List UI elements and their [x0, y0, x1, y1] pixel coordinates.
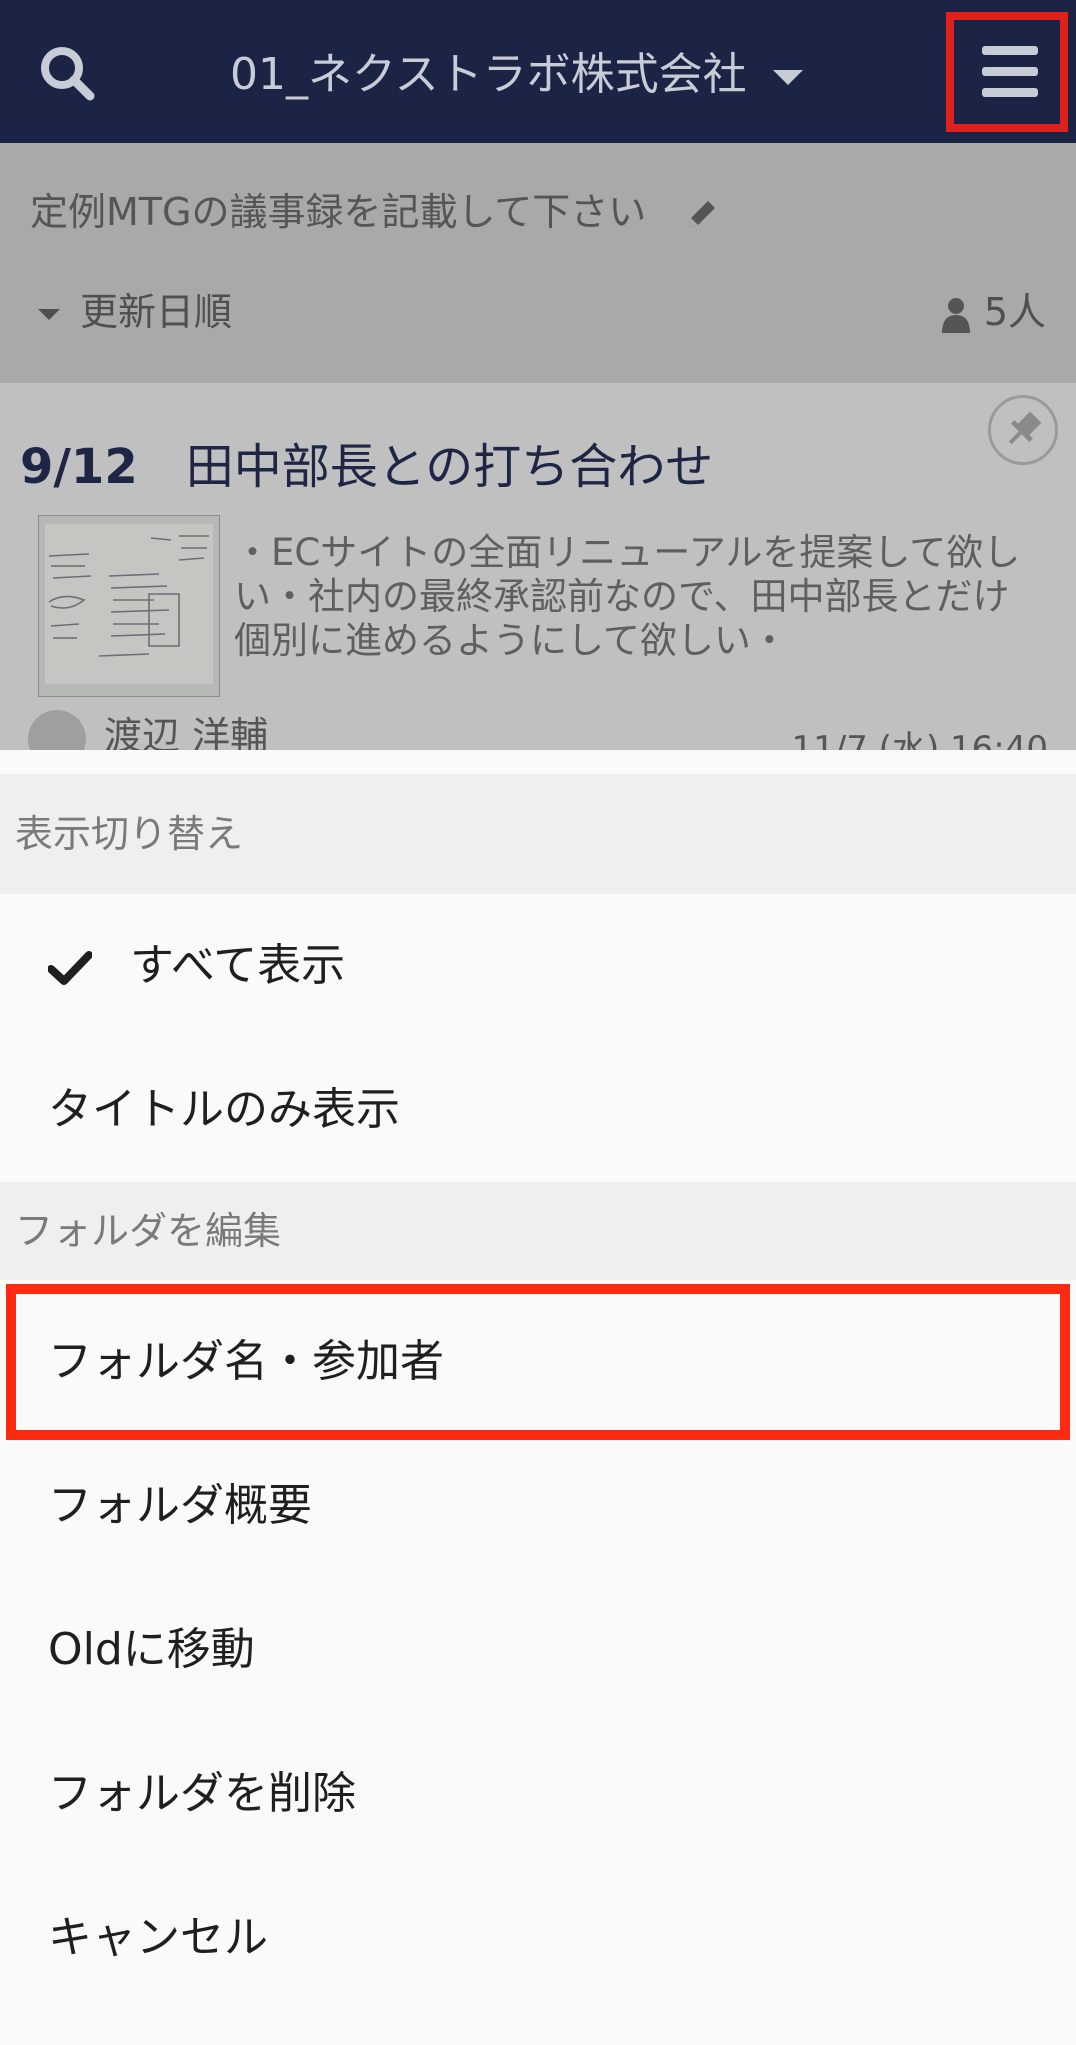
folder-title: 01_ネクストラボ株式会社: [230, 49, 747, 100]
note-author: 渡辺 洋輔: [28, 705, 268, 750]
menu-item-folder-name-members[interactable]: フォルダ名・参加者: [0, 1290, 1076, 1434]
action-sheet: 表示切り替え すべて表示 タイトルのみ表示 フォルダを編集 フォルダ名・参加者 …: [0, 750, 1076, 2045]
note-excerpt: ・ECサイトの全面リニューアルを提案して欲しい・社内の最終承認前なので、田中部長…: [234, 531, 1021, 662]
pin-button[interactable]: [988, 395, 1058, 465]
note-card[interactable]: 9/12 田中部長との打ち合わせ ・ECサイトの全面リニューアルを提案して欲しい…: [0, 383, 1076, 750]
menu-item-title-only[interactable]: タイトルのみ表示: [0, 1038, 1076, 1182]
menu-item-move-to-old[interactable]: Oldに移動: [0, 1578, 1076, 1722]
sort-dropdown[interactable]: 更新日順: [38, 281, 232, 336]
checkmark-icon: [48, 951, 92, 985]
person-icon: [941, 297, 970, 333]
hamburger-menu-icon: [982, 46, 1038, 55]
chevron-down-icon: [772, 69, 803, 85]
menu-item-delete-folder[interactable]: フォルダを削除: [0, 1722, 1076, 1866]
top-nav-bar: 01_ネクストラボ株式会社: [0, 0, 1076, 143]
menu-item-cancel[interactable]: キャンセル: [0, 1866, 1076, 2010]
caret-down-icon: [38, 309, 60, 320]
hamburger-menu-button[interactable]: [946, 12, 1068, 132]
avatar: [28, 709, 86, 750]
section-header-edit: フォルダを編集: [0, 1182, 1076, 1280]
folder-description[interactable]: 定例MTGの議事録を記載して下さい: [30, 181, 718, 236]
search-icon[interactable]: [38, 44, 96, 102]
note-thumbnail: [38, 515, 220, 697]
pencil-icon: [688, 200, 716, 228]
folder-title-dropdown[interactable]: 01_ネクストラボ株式会社: [230, 40, 803, 110]
menu-item-folder-overview[interactable]: フォルダ概要: [0, 1434, 1076, 1578]
section-header-display: 表示切り替え: [0, 774, 1076, 894]
member-count[interactable]: 5人: [941, 281, 1046, 336]
note-title: 9/12 田中部長との打ち合わせ: [20, 439, 714, 495]
dimmed-background[interactable]: 定例MTGの議事録を記載して下さい 更新日順 5人 9/12 田中部長との打ち合わ…: [0, 143, 1076, 750]
menu-item-show-all[interactable]: すべて表示: [0, 894, 1076, 1038]
note-timestamp: 11/7 (水) 16:40: [791, 729, 1048, 750]
pin-icon: [1008, 411, 1042, 445]
